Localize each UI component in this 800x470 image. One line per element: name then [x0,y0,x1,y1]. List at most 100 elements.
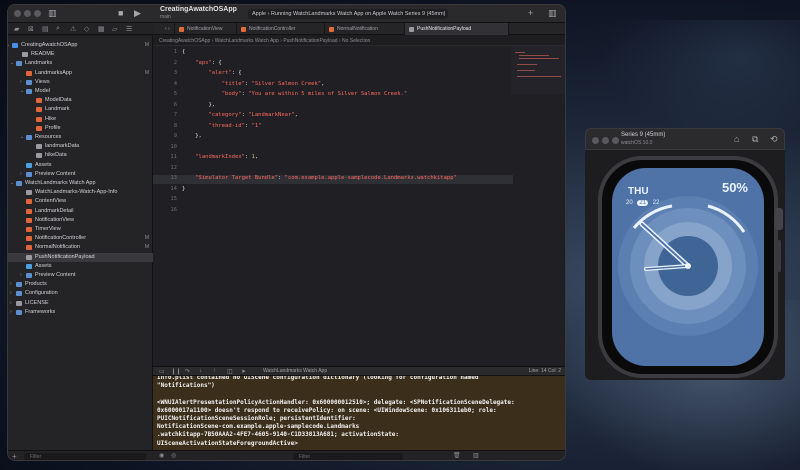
scheme-status[interactable]: Apple › Running WatchLandmarks Watch App… [248,9,448,19]
code-line[interactable]: "body": "You are within 5 miles of Silve… [182,91,407,97]
navigator-item[interactable]: LandmarksApp M [8,69,153,78]
code-line[interactable]: { [182,49,185,55]
navigator-item[interactable]: ⌄ Landmarks [8,59,153,68]
watch-screen[interactable]: THU 20 21 22 50% [612,168,764,366]
issue-icon[interactable]: ⚠ [70,25,76,33]
step-over-icon[interactable]: ↷ [185,368,190,375]
watch-side-button[interactable] [776,240,781,272]
view-hierarchy-icon[interactable]: ◫ [227,368,233,375]
disclosure-chevron-icon[interactable]: › [10,289,12,298]
digital-crown[interactable] [775,208,783,230]
screenshot-icon[interactable]: ⧉ [752,134,758,145]
inspector-toggle-icon[interactable]: ▥ [548,8,557,19]
navigator-item[interactable]: Profile [8,124,153,133]
code-line[interactable]: "category": "LandmarkNear", [182,112,298,118]
code-line[interactable]: "Simulator Target Bundle": "com.example.… [182,175,457,181]
find-icon[interactable]: ⌕ [56,25,60,33]
auto-icon[interactable]: ◉ [159,452,164,459]
breakpoint-icon[interactable]: ▱ [112,25,117,33]
navigator-item[interactable]: hikeData [8,151,153,160]
minimize-simulator-button[interactable] [602,137,609,144]
code-line[interactable]: "alert": { [182,70,242,76]
report-icon[interactable]: ☰ [126,25,132,33]
rotate-icon[interactable]: ⟲ [770,134,778,145]
stop-icon[interactable]: ■ [118,8,123,19]
code-line[interactable]: } [182,186,185,192]
navigator-item[interactable]: › Products [8,280,153,289]
code-line[interactable]: "landmarkIndex": 1, [182,154,258,160]
disclosure-chevron-icon[interactable]: › [20,271,22,280]
navigator-item[interactable]: LandmarkDetail [8,207,153,216]
disclosure-chevron-icon[interactable]: ⌄ [10,59,14,68]
navigator-item[interactable]: NotificationView [8,216,153,225]
navigator-item[interactable]: PushNotificationPayload [8,252,153,262]
navigator-item[interactable]: Assets [8,262,153,271]
navigator-item[interactable]: ContentView [8,197,153,206]
disclosure-chevron-icon[interactable]: ⌄ [8,41,10,50]
navigator-item[interactable]: › Preview Content [8,271,153,280]
navigator-item[interactable]: › Views [8,78,153,87]
split-icon[interactable]: ▥ [473,452,479,459]
navigator-item[interactable]: NotificationController M [8,234,153,243]
tab-notification-controller[interactable]: NotificationController [237,23,325,35]
navigator-item[interactable]: › LICENSE [8,299,153,308]
breadcrumb[interactable]: CreatingAwatchOSApp › WatchLandmarks Wat… [153,36,565,46]
tab-normal-notification[interactable]: NormalNotification [325,23,405,35]
navigator-item[interactable]: › Frameworks [8,308,153,317]
tab-push-notification-payload[interactable]: PushNotificationPayload [405,23,509,35]
folder-icon[interactable]: ▰ [14,25,19,33]
zoom-window-button[interactable] [34,10,41,17]
navigator-filter-input[interactable]: Filter [24,453,146,460]
home-icon[interactable]: ⌂ [734,134,739,144]
disclosure-chevron-icon[interactable]: › [10,280,12,289]
debug-icon[interactable]: ▦ [98,25,105,33]
disclosure-chevron-icon[interactable]: › [20,78,22,87]
navigator-item[interactable]: landmarkData [8,142,153,151]
code-line[interactable]: }, [182,102,215,108]
navigator-item[interactable]: TimerView [8,225,153,234]
zoom-simulator-button[interactable] [612,137,619,144]
run-icon[interactable]: ▶ [134,8,141,19]
navigator-item[interactable]: Assets [8,161,153,170]
navigator-item[interactable]: ⌄ Resources [8,133,153,142]
disclosure-chevron-icon[interactable]: ⌄ [20,133,24,142]
pause-icon[interactable]: ❙❙ [171,368,181,375]
disclosure-chevron-icon[interactable]: › [10,308,12,317]
step-in-icon[interactable]: ↓ [199,368,202,374]
close-simulator-button[interactable] [592,137,599,144]
navigator-item[interactable]: › Configuration [8,289,153,298]
console-filter-input[interactable]: Filter [293,453,403,460]
debug-console[interactable]: Info.plist contained no UIScene configur… [153,376,565,450]
navigator-item[interactable]: README [8,50,153,59]
sidebar-toggle-icon[interactable]: ▥ [48,8,57,19]
disclosure-chevron-icon[interactable]: › [20,170,22,179]
location-icon[interactable]: ➤ [241,368,246,375]
code-line[interactable]: }, [182,133,202,139]
add-file-icon[interactable]: + [12,452,17,460]
test-icon[interactable]: ◇ [84,25,89,33]
minimize-window-button[interactable] [24,10,31,17]
symbol-icon[interactable]: ▤ [42,25,49,33]
debug-target[interactable]: WatchLandmarks Watch App [263,368,327,374]
navigator-item[interactable]: WatchLandmarks-Watch-App-Info [8,188,153,197]
source-control-icon[interactable]: ⊠ [28,25,34,33]
code-line[interactable]: "title": "Silver Salmon Creek", [182,81,325,87]
navigator-item[interactable]: › Preview Content [8,170,153,179]
hide-debug-icon[interactable]: ▭ [159,368,165,375]
navigator-item[interactable]: Landmark [8,105,153,114]
trash-icon[interactable]: 🗑 [453,452,461,459]
navigator-item[interactable]: NormalNotification M [8,243,153,252]
navigator-item[interactable]: ⌄ CreatingAwatchOSApp M [8,41,153,50]
eye-icon[interactable]: ◎ [171,452,176,459]
navigator-item[interactable]: ModelData [8,96,153,105]
tab-back[interactable]: ‹ › [153,23,175,35]
tab-notification-view[interactable]: NotificationView [175,23,237,35]
navigator-item[interactable]: ⌄ Model [8,87,153,96]
disclosure-chevron-icon[interactable]: ⌄ [20,87,24,96]
disclosure-chevron-icon[interactable]: ⌄ [10,179,14,188]
navigator-item[interactable]: Hike [8,115,153,124]
navigator-item[interactable]: ⌄ WatchLandmarks Watch App [8,179,153,188]
minimap[interactable] [511,46,565,94]
close-window-button[interactable] [14,10,21,17]
disclosure-chevron-icon[interactable]: › [10,299,12,308]
